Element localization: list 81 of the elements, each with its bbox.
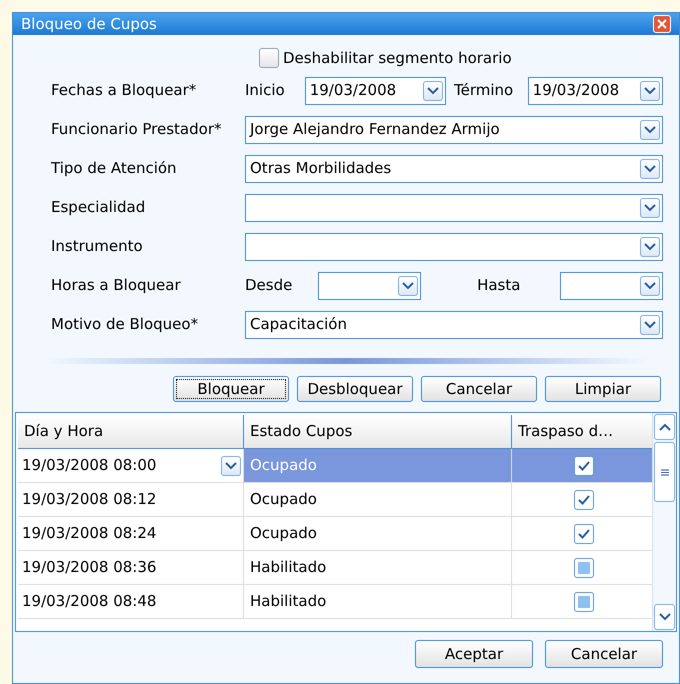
dropdown-field[interactable]: Jorge Alejandro Fernandez Armijo	[245, 116, 663, 144]
dropdown-button[interactable]	[640, 276, 660, 296]
dropdown-field[interactable]: 19/03/2008	[304, 76, 446, 104]
table-cell-text: 19/03/2008 08:48	[22, 591, 158, 612]
dialog-button[interactable]: Aceptar	[415, 640, 533, 668]
dropdown-button[interactable]	[640, 158, 660, 178]
grip-icon	[660, 468, 668, 476]
dropdown-button[interactable]	[423, 80, 444, 100]
table-row[interactable]: 19/03/2008 08:24 Ocupado	[18, 517, 652, 551]
chevron-down-icon	[644, 164, 656, 172]
table-row[interactable]: 19/03/2008 08:36 Habilitado	[18, 551, 652, 585]
table-cell-text: 19/03/2008 08:00	[22, 455, 158, 476]
table-row[interactable]: 19/03/2008 08:12 Ocupado	[18, 483, 652, 517]
dropdown-button[interactable]	[640, 80, 660, 100]
field-label: Término	[454, 80, 514, 102]
table-row[interactable]: 19/03/2008 08:48 Habilitado	[18, 585, 652, 619]
dropdown-button[interactable]	[640, 314, 660, 334]
window-title: Bloqueo de Cupos	[21, 14, 157, 35]
scroll-thumb[interactable]	[654, 442, 675, 502]
square-icon	[578, 562, 590, 574]
chevron-down-icon	[427, 86, 440, 94]
field-label: Tipo de Atención	[50, 158, 178, 180]
dropdown-button[interactable]	[640, 198, 660, 218]
close-icon	[657, 19, 667, 29]
action-button[interactable]: Limpiar	[545, 376, 661, 402]
dropdown-field[interactable]: 19/03/2008	[528, 76, 663, 104]
field-label: Especialidad	[50, 197, 146, 218]
field-label: Hasta	[477, 275, 522, 296]
field-label: Funcionario Prestador*	[50, 119, 222, 140]
chevron-down-icon	[644, 86, 656, 94]
action-button[interactable]: Desbloquear	[297, 376, 413, 402]
checkmark-icon	[578, 460, 590, 470]
dropdown-field[interactable]	[245, 194, 663, 222]
chevron-up-icon	[658, 423, 670, 431]
close-button[interactable]	[653, 15, 671, 33]
scroll-down-button[interactable]	[654, 604, 675, 630]
checkbox[interactable]	[574, 592, 594, 612]
chevron-down-icon	[644, 242, 656, 250]
dropdown-button[interactable]	[398, 276, 418, 296]
checkbox[interactable]	[574, 456, 594, 476]
table-cell-text: 19/03/2008 08:24	[22, 523, 158, 544]
field-label: Desde	[245, 275, 294, 296]
dropdown-button[interactable]	[640, 120, 660, 140]
scroll-up-button[interactable]	[654, 414, 675, 440]
scrollbar[interactable]	[652, 413, 676, 631]
field-label: Instrumento	[50, 236, 144, 258]
checkbox-label: Deshabilitar segmento horario	[283, 48, 512, 69]
field-label: Fechas a Bloquear*	[50, 80, 198, 102]
chevron-down-icon	[658, 613, 670, 621]
dropdown-field[interactable]	[318, 272, 422, 300]
chevron-down-icon	[644, 126, 656, 134]
checkbox[interactable]	[574, 490, 594, 510]
table-cell: Habilitado	[244, 585, 512, 619]
dropdown-field[interactable]	[245, 232, 663, 260]
table-cell-text: 19/03/2008 08:12	[22, 489, 158, 510]
table-cell-text: 19/03/2008 08:36	[22, 557, 158, 578]
chevron-down-icon	[402, 282, 414, 290]
dropdown-field[interactable]: Capacitación	[245, 310, 663, 338]
checkbox[interactable]	[574, 558, 594, 578]
dropdown-button[interactable]	[640, 236, 660, 256]
field-label: Inicio	[245, 80, 286, 102]
chevron-down-icon	[644, 282, 656, 290]
checkmark-icon	[578, 494, 590, 504]
checkmark-icon	[578, 528, 590, 538]
column-header[interactable]: Estado Cupos	[244, 415, 512, 449]
column-header[interactable]: Día y Hora	[18, 415, 244, 449]
square-icon	[578, 596, 590, 608]
field-label: Horas a Bloquear	[50, 275, 182, 296]
checkbox[interactable]	[574, 524, 594, 544]
action-button[interactable]: Cancelar	[421, 376, 537, 402]
chevron-down-icon	[225, 462, 237, 470]
dialog-button[interactable]: Cancelar	[545, 640, 663, 668]
field-label: Motivo de Bloqueo*	[50, 314, 200, 336]
dropdown-field[interactable]	[560, 272, 664, 300]
dropdown-field[interactable]: Otras Morbilidades	[245, 154, 663, 182]
action-button[interactable]: Bloquear	[173, 376, 289, 402]
table-row[interactable]: 19/03/2008 08:00 Ocupado	[18, 449, 652, 483]
dropdown-button[interactable]	[221, 456, 241, 476]
chevron-down-icon	[644, 320, 656, 328]
chevron-down-icon	[644, 204, 656, 212]
checkbox[interactable]	[259, 48, 279, 68]
